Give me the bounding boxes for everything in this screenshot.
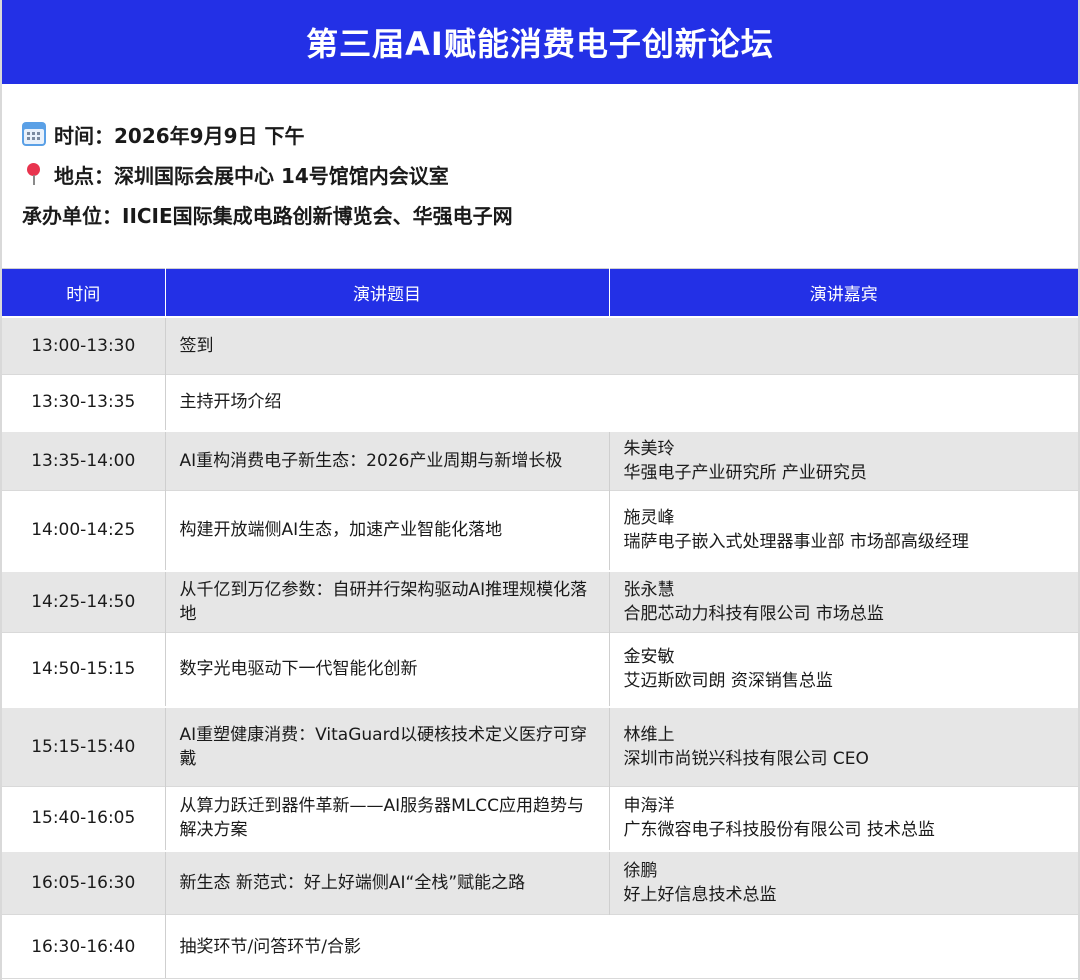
speaker-name: 朱美玲 xyxy=(623,438,675,459)
calendar-icon xyxy=(22,122,46,146)
event-time-text: 时间：2026年9月9日 下午 xyxy=(54,123,305,148)
header-topic: 演讲题目 xyxy=(165,268,610,317)
event-organizer-text: 承办单位：IICIE国际集成电路创新博览会、华强电子网 xyxy=(22,203,513,228)
table-row: 14:50-15:15 数字光电驱动下一代智能化创新 金安敏 艾迈斯欧司朗 资深… xyxy=(2,632,1078,707)
row-topic: 构建开放端侧AI生态，加速产业智能化落地 xyxy=(165,490,610,571)
table-row: 13:30-13:35 主持开场介绍 xyxy=(2,374,1078,431)
row-speaker: 朱美玲 华强电子产业研究所 产业研究员 xyxy=(609,429,1078,491)
table-row: 14:25-14:50 从千亿到万亿参数：自研并行架构驱动AI推理规模化落地 张… xyxy=(2,569,1078,633)
row-time: 13:30-13:35 xyxy=(2,374,166,431)
table-row: 13:00-13:30 签到 xyxy=(2,315,1078,375)
agenda-page: 第三届AI赋能消费电子创新论坛 时间：2026年9月9日 下午 地点：深圳国际会… xyxy=(0,0,1080,980)
table-row: 16:05-16:30 新生态 新范式：好上好端侧AI“全栈”赋能之路 徐鹏 好… xyxy=(2,849,1078,915)
row-time: 14:25-14:50 xyxy=(2,569,166,633)
speaker-name: 张永慧 xyxy=(623,579,675,600)
row-speaker: 施灵峰 瑞萨电子嵌入式处理器事业部 市场部高级经理 xyxy=(609,490,1078,571)
speaker-org: 好上好信息技术总监 xyxy=(623,884,777,905)
row-time: 16:05-16:30 xyxy=(2,849,166,915)
speaker-name: 林维上 xyxy=(623,724,675,745)
speaker-name: 徐鹏 xyxy=(623,860,658,881)
speaker-name: 金安敏 xyxy=(623,647,675,668)
row-speaker: 张永慧 合肥芯动力科技有限公司 市场总监 xyxy=(609,569,1078,633)
table-row: 16:30-16:40 抽奖环节/问答环节/合影 xyxy=(2,914,1078,979)
row-topic: 从算力跃迁到器件革新——AI服务器MLCC应用趋势与解决方案 xyxy=(165,786,610,851)
row-topic: AI重塑健康消费：VitaGuard以硬核技术定义医疗可穿戴 xyxy=(165,705,610,787)
row-time: 13:00-13:30 xyxy=(2,315,166,375)
row-speaker: 金安敏 艾迈斯欧司朗 资深销售总监 xyxy=(609,632,1078,707)
pushpin-icon xyxy=(22,162,46,186)
speaker-org: 艾迈斯欧司朗 资深销售总监 xyxy=(623,671,833,692)
row-time: 15:40-16:05 xyxy=(2,786,166,851)
event-place-text: 地点：深圳国际会展中心 14号馆馆内会议室 xyxy=(54,163,449,188)
event-place: 地点：深圳国际会展中心 14号馆馆内会议室 xyxy=(22,154,1078,194)
row-speaker: 申海洋 广东微容电子科技股份有限公司 技术总监 xyxy=(609,786,1078,851)
row-topic: 主持开场介绍 xyxy=(165,374,1078,431)
row-topic: 签到 xyxy=(165,315,1078,375)
event-organizer: 承办单位：IICIE国际集成电路创新博览会、华强电子网 xyxy=(22,194,1078,234)
table-row: 13:35-14:00 AI重构消费电子新生态：2026产业周期与新增长极 朱美… xyxy=(2,429,1078,491)
table-row: 14:00-14:25 构建开放端侧AI生态，加速产业智能化落地 施灵峰 瑞萨电… xyxy=(2,490,1078,571)
row-topic: 数字光电驱动下一代智能化创新 xyxy=(165,632,610,707)
agenda-table: 时间 演讲题目 演讲嘉宾 13:00-13:30 签到 13:30-13:35 … xyxy=(2,268,1078,979)
event-time: 时间：2026年9月9日 下午 xyxy=(22,114,1078,154)
event-info: 时间：2026年9月9日 下午 地点：深圳国际会展中心 14号馆馆内会议室 承办… xyxy=(2,84,1078,268)
speaker-name: 施灵峰 xyxy=(623,508,675,529)
table-header-row: 时间 演讲题目 演讲嘉宾 xyxy=(2,268,1078,317)
header-speaker: 演讲嘉宾 xyxy=(609,268,1078,317)
row-time: 13:35-14:00 xyxy=(2,429,166,491)
row-time: 16:30-16:40 xyxy=(2,914,166,979)
row-time: 14:00-14:25 xyxy=(2,490,166,571)
speaker-name: 申海洋 xyxy=(623,796,675,817)
page-title: 第三届AI赋能消费电子创新论坛 xyxy=(2,0,1078,84)
speaker-org: 深圳市尚锐兴科技有限公司 CEO xyxy=(623,748,869,769)
row-topic: 新生态 新范式：好上好端侧AI“全栈”赋能之路 xyxy=(165,849,610,915)
row-time: 14:50-15:15 xyxy=(2,632,166,707)
row-topic: AI重构消费电子新生态：2026产业周期与新增长极 xyxy=(165,429,610,491)
row-speaker: 徐鹏 好上好信息技术总监 xyxy=(609,849,1078,915)
table-row: 15:40-16:05 从算力跃迁到器件革新——AI服务器MLCC应用趋势与解决… xyxy=(2,786,1078,851)
speaker-org: 合肥芯动力科技有限公司 市场总监 xyxy=(623,603,884,624)
row-time: 15:15-15:40 xyxy=(2,705,166,787)
table-row: 15:15-15:40 AI重塑健康消费：VitaGuard以硬核技术定义医疗可… xyxy=(2,705,1078,787)
header-time: 时间 xyxy=(2,268,166,317)
row-speaker: 林维上 深圳市尚锐兴科技有限公司 CEO xyxy=(609,705,1078,787)
speaker-org: 瑞萨电子嵌入式处理器事业部 市场部高级经理 xyxy=(623,532,969,553)
speaker-org: 广东微容电子科技股份有限公司 技术总监 xyxy=(623,820,935,841)
speaker-org: 华强电子产业研究所 产业研究员 xyxy=(623,462,867,483)
row-topic: 抽奖环节/问答环节/合影 xyxy=(165,914,1078,979)
row-topic: 从千亿到万亿参数：自研并行架构驱动AI推理规模化落地 xyxy=(165,569,610,633)
